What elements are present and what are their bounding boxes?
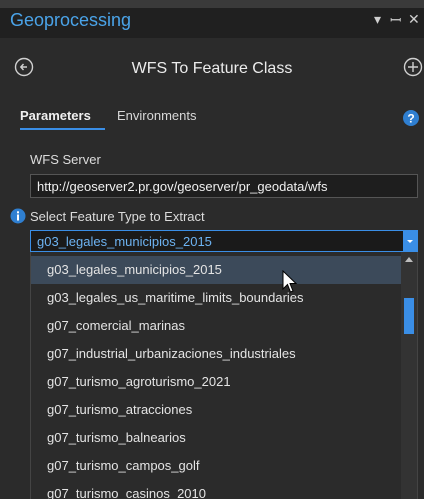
list-item[interactable]: g07_turismo_agroturismo_2021: [31, 368, 401, 396]
feature-type-label: Select Feature Type to Extract: [30, 209, 205, 224]
list-item[interactable]: g07_comercial_marinas: [31, 312, 401, 340]
pane-title: Geoprocessing: [10, 10, 132, 30]
top-strip: [0, 0, 424, 8]
pin-button[interactable]: ꟷ: [390, 11, 401, 30]
list-item[interactable]: g07_turismo_balnearios: [31, 424, 401, 452]
list-item[interactable]: g07_turismo_atracciones: [31, 396, 401, 424]
tool-header: WFS To Feature Class: [0, 38, 424, 100]
info-icon[interactable]: [10, 208, 26, 224]
dropdown-scrollbar[interactable]: [401, 252, 417, 499]
svg-text:?: ?: [407, 112, 414, 126]
tool-title: WFS To Feature Class: [131, 60, 293, 77]
scroll-up-icon[interactable]: [403, 254, 415, 264]
list-item[interactable]: g07_turismo_campos_golf: [31, 452, 401, 480]
pane-options-button[interactable]: ▾: [374, 11, 381, 28]
close-button[interactable]: ✕: [408, 11, 420, 28]
feature-type-dropdown-list: g03_legales_municipios_2015 g03_legales_…: [30, 252, 418, 499]
list-item[interactable]: g07_turismo_casinos_2010: [31, 480, 401, 499]
wfs-server-label: WFS Server: [30, 152, 101, 167]
pane-titlebar: Geoprocessing ▾ ꟷ ✕: [0, 8, 424, 38]
dropdown-button[interactable]: [403, 231, 417, 251]
tab-environments[interactable]: Environments: [117, 108, 196, 123]
tab-parameters[interactable]: Parameters: [20, 108, 91, 123]
list-item[interactable]: g03_legales_us_maritime_limits_boundarie…: [31, 284, 401, 312]
help-icon[interactable]: ?: [402, 109, 420, 127]
add-icon[interactable]: [403, 57, 423, 77]
list-item[interactable]: g03_legales_municipios_2015: [31, 256, 401, 284]
list-item[interactable]: g07_industrial_urbanizaciones_industrial…: [31, 340, 401, 368]
wfs-server-input[interactable]: http://geoserver2.pr.gov/geoserver/pr_ge…: [30, 174, 418, 198]
tab-bar: Parameters Environments: [0, 100, 424, 136]
feature-type-select[interactable]: g03_legales_municipios_2015: [30, 230, 418, 252]
feature-type-selected: g03_legales_municipios_2015: [37, 234, 212, 249]
scroll-thumb[interactable]: [404, 298, 414, 334]
mouse-pointer-icon: [282, 270, 298, 293]
active-tab-indicator: [20, 128, 105, 130]
chevron-down-icon: [407, 240, 413, 243]
